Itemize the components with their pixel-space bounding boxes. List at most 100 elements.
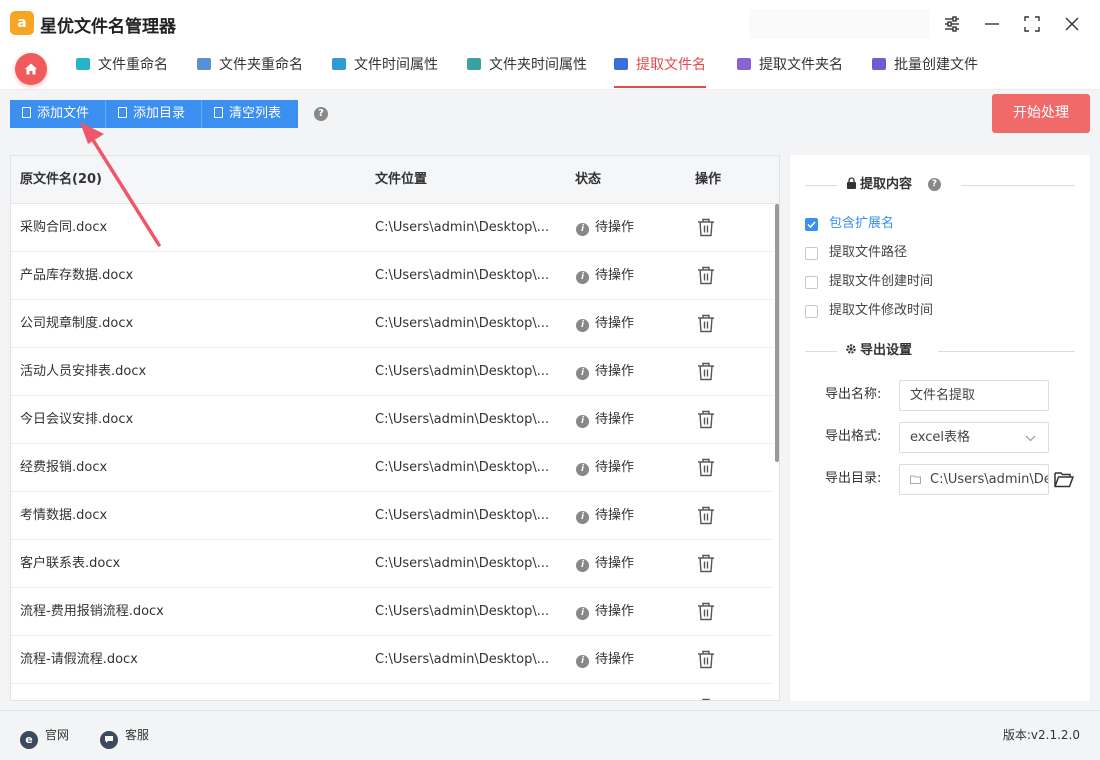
info-icon: i: [576, 559, 589, 572]
export-directory-input[interactable]: C:\Users\admin\Des: [899, 464, 1049, 495]
pointer-arrow-annotation: [80, 122, 161, 247]
info-icon: i: [576, 415, 589, 428]
file-location-cell: C:\Users\admin\Desktop\...: [375, 604, 550, 619]
file-name-cell: 经费报销.docx: [20, 460, 108, 475]
delete-row-icon[interactable]: [697, 410, 715, 433]
delete-row-icon[interactable]: [697, 506, 715, 529]
file-name-cell: 今日会议安排.docx: [20, 412, 134, 427]
checkbox-checked[interactable]: [805, 218, 818, 231]
batch-create-icon: [872, 58, 886, 70]
delete-row-icon[interactable]: [697, 650, 715, 673]
extract-foldername-icon: [737, 58, 751, 70]
title-bar: a 星优文件名管理器: [0, 0, 1100, 48]
divider: [961, 185, 1075, 186]
table-row[interactable]: 经费报销.docx C:\Users\admin\Desktop\... i 待操作: [11, 444, 773, 492]
column-header-actions: 操作: [695, 172, 722, 187]
file-location-cell: C:\Users\admin\Desktop\...: [375, 508, 550, 523]
table-row[interactable]: 流程-费用报销流程.docx C:\Users\admin\Desktop\...…: [11, 588, 773, 636]
clear-list-button[interactable]: 清空列表: [202, 100, 298, 128]
status-cell: i 待操作: [576, 588, 634, 636]
delete-row-icon[interactable]: [697, 218, 715, 241]
tab-folder-time-attributes[interactable]: 文件夹时间属性: [467, 48, 587, 88]
table-row[interactable]: 流程-请假流程.docx C:\Users\admin\Desktop\... i 待…: [11, 636, 773, 684]
status-bar: e 官网 客服 版本:v2.1.2.0: [0, 710, 1100, 760]
status-cell: i 待操作: [576, 204, 634, 252]
tab-folder-rename[interactable]: 文件夹重命名: [197, 48, 303, 88]
file-location-cell: C:\Users\admin\Desktop\...: [375, 412, 550, 427]
checkbox[interactable]: [805, 247, 818, 260]
export-name-label: 导出名称:: [825, 387, 882, 402]
option-extract-modified-time[interactable]: 提取文件修改时间: [805, 301, 1100, 321]
delete-row-icon[interactable]: [697, 698, 715, 700]
info-icon: i: [576, 319, 589, 332]
file-name-cell: 流程-请假流程.docx: [20, 652, 138, 667]
table-scrollbar[interactable]: [775, 204, 779, 462]
document-icon: [22, 107, 31, 118]
file-time-icon: [332, 58, 346, 70]
file-location-cell: C:\Users\admin\Desktop\...: [375, 652, 550, 667]
export-format-label: 导出格式:: [825, 429, 882, 444]
info-icon: i: [576, 367, 589, 380]
delete-row-icon[interactable]: [697, 458, 715, 481]
tab-batch-create-files[interactable]: 批量创建文件: [872, 48, 978, 88]
table-row[interactable]: 客户联系表.docx C:\Users\admin\Desktop\... i 待操作: [11, 540, 773, 588]
column-header-location[interactable]: 文件位置: [375, 156, 427, 204]
tab-extract-filename[interactable]: 提取文件名: [614, 48, 706, 88]
file-rename-icon: [76, 58, 90, 70]
export-directory-label: 导出目录:: [825, 471, 882, 486]
status-cell: i 待操作: [576, 444, 634, 492]
lock-icon: [847, 177, 856, 189]
file-location-cell: C:\Users\admin\Desktop\...: [375, 220, 550, 235]
checkbox[interactable]: [805, 305, 818, 318]
home-icon: [25, 63, 37, 75]
export-name-input[interactable]: 文件名提取: [899, 380, 1049, 411]
info-icon: i: [576, 271, 589, 284]
table-row[interactable]: 公司规章制度.docx C:\Users\admin\Desktop\... i 待操…: [11, 300, 773, 348]
checkbox[interactable]: [805, 276, 818, 289]
delete-row-icon[interactable]: [697, 362, 715, 385]
info-icon: i: [576, 463, 589, 476]
column-header-status[interactable]: 状态: [575, 156, 601, 204]
export-settings-section: 导出设置: [790, 341, 1090, 361]
option-extract-created-time[interactable]: 提取文件创建时间: [805, 272, 1100, 292]
option-include-extension[interactable]: 包含扩展名: [805, 214, 1100, 234]
folder-open-icon[interactable]: [1054, 471, 1074, 488]
settings-sliders-icon[interactable]: [938, 10, 966, 38]
version-label: 版本:v2.1.2.0: [1002, 728, 1080, 742]
status-cell: i 待操作: [576, 492, 634, 540]
delete-row-icon[interactable]: [697, 266, 715, 289]
help-icon[interactable]: ?: [314, 107, 328, 121]
folder-rename-icon: [197, 58, 211, 70]
minimize-icon[interactable]: [978, 10, 1006, 38]
table-row[interactable]: 产品库存数据.docx C:\Users\admin\Desktop\... i 待操…: [11, 252, 773, 300]
home-button[interactable]: [15, 53, 47, 85]
close-icon[interactable]: [1058, 10, 1086, 38]
file-location-cell: C:\Users\admin\Desktop\...: [375, 556, 550, 571]
tab-bar: 文件重命名 文件夹重命名 文件时间属性 文件夹时间属性 提取文件名 提取文件夹名…: [0, 48, 1100, 90]
start-processing-button[interactable]: 开始处理: [992, 94, 1090, 133]
folder-time-icon: [467, 58, 481, 70]
option-extract-path[interactable]: 提取文件路径: [805, 243, 1100, 263]
table-row[interactable]: 活动人员安排表.docx C:\Users\admin\Desktop\... i 待…: [11, 348, 773, 396]
tab-file-time-attributes[interactable]: 文件时间属性: [332, 48, 438, 88]
table-row-partial[interactable]: [11, 684, 773, 700]
file-location-cell: C:\Users\admin\Desktop\...: [375, 268, 550, 283]
info-icon: i: [576, 223, 589, 236]
browser-icon: e: [20, 731, 38, 749]
table-row[interactable]: 今日会议安排.docx C:\Users\admin\Desktop\... i 待操…: [11, 396, 773, 444]
table-row[interactable]: 考情数据.docx C:\Users\admin\Desktop\... i 待操作: [11, 492, 773, 540]
support-link[interactable]: 客服: [100, 726, 149, 749]
tab-extract-foldername[interactable]: 提取文件夹名: [737, 48, 843, 88]
website-link[interactable]: e 官网: [20, 726, 69, 749]
status-cell: i 待操作: [576, 540, 634, 588]
maximize-icon[interactable]: [1018, 10, 1046, 38]
delete-row-icon[interactable]: [697, 314, 715, 337]
trash-icon: [214, 107, 223, 118]
delete-row-icon[interactable]: [697, 602, 715, 625]
chat-icon: [100, 731, 118, 749]
export-format-select[interactable]: excel表格: [899, 422, 1049, 453]
help-icon[interactable]: ?: [928, 178, 941, 191]
tab-file-rename[interactable]: 文件重命名: [76, 48, 168, 88]
status-cell: i 待操作: [576, 396, 634, 444]
delete-row-icon[interactable]: [697, 554, 715, 577]
